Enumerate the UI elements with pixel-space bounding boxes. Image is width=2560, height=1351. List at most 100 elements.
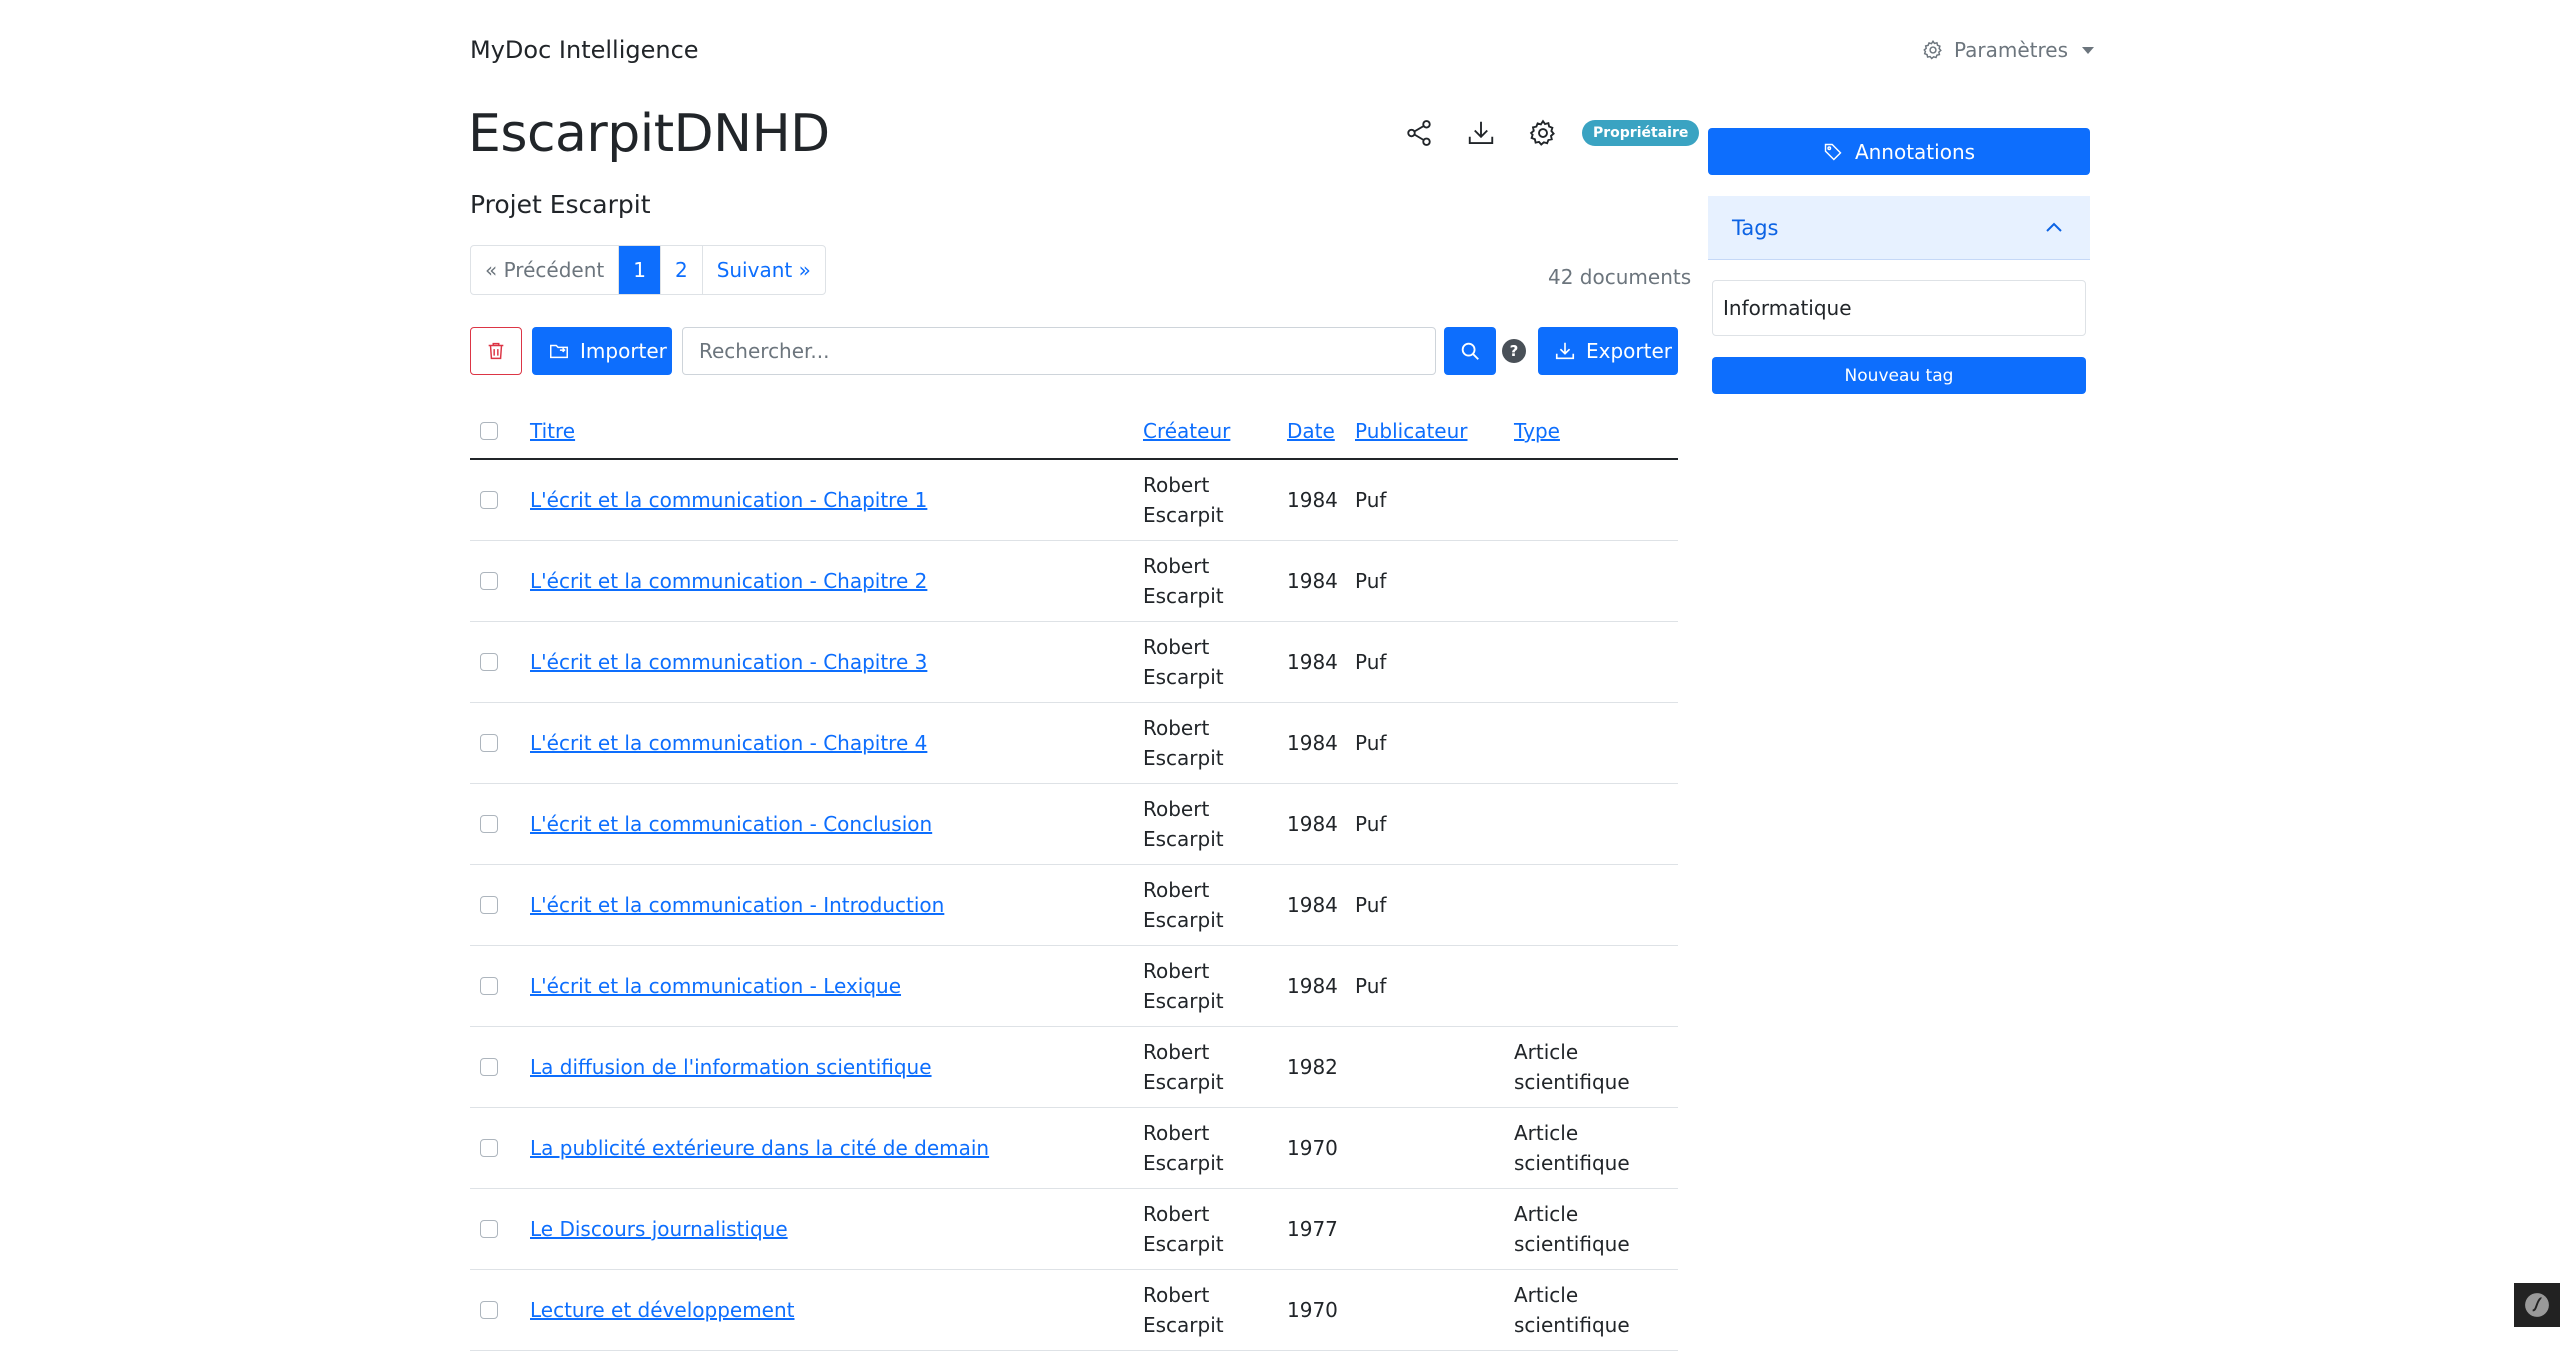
symfony-logo-icon [2524,1292,2550,1318]
type-cell: Article scientifique [1514,1037,1678,1097]
document-title-link[interactable]: L'écrit et la communication - Chapitre 4 [530,731,927,755]
table-row: L'écrit et la communication - Chapitre 3… [470,622,1678,703]
owner-badge: Propriétaire [1582,120,1700,146]
share-icon[interactable] [1404,118,1434,148]
row-checkbox[interactable] [480,815,498,833]
type-cell: Article scientifique [1514,1118,1678,1178]
annotations-label: Annotations [1854,139,1976,164]
type-line: scientifique [1514,1313,1630,1337]
search-icon [1459,340,1481,362]
trash-icon [485,340,507,362]
sort-creator-link[interactable]: Créateur [1143,419,1230,443]
sort-publisher-link[interactable]: Publicateur [1355,419,1468,443]
publisher-cell: Puf [1355,812,1387,836]
import-button[interactable]: Importer [532,327,672,375]
document-title-link[interactable]: La publicité extérieure dans la cité de … [530,1136,989,1160]
row-checkbox[interactable] [480,896,498,914]
date-cell: 1970 [1287,1298,1338,1322]
publisher-cell: Puf [1355,893,1387,917]
row-checkbox[interactable] [480,491,498,509]
brand-name[interactable]: MyDoc Intelligence [470,36,699,64]
document-title-link[interactable]: La diffusion de l'information scientifiq… [530,1055,932,1079]
date-cell: 1982 [1287,1055,1338,1079]
type-line: scientifique [1514,1151,1630,1175]
delete-button[interactable] [470,327,522,375]
document-title-link[interactable]: L'écrit et la communication - Chapitre 1 [530,488,927,512]
document-title-link[interactable]: L'écrit et la communication - Introducti… [530,893,944,917]
document-title-link[interactable]: L'écrit et la communication - Chapitre 3 [530,650,927,674]
sort-title-link[interactable]: Titre [530,419,575,443]
new-tag-button[interactable]: Nouveau tag [1712,357,2086,394]
date-cell: 1984 [1287,893,1338,917]
creator-line: Robert [1143,635,1210,659]
document-title-link[interactable]: L'écrit et la communication - Lexique [530,974,901,998]
type-cell: Article scientifique [1514,1280,1678,1340]
row-checkbox[interactable] [480,977,498,995]
publisher-cell: Puf [1355,974,1387,998]
gear-icon[interactable] [1528,118,1558,148]
publisher-cell: Puf [1355,569,1387,593]
search-button[interactable] [1444,327,1496,375]
row-checkbox[interactable] [480,653,498,671]
search-input[interactable] [682,327,1436,375]
tags-accordion-header[interactable]: Tags [1708,196,2090,260]
table-row: L'écrit et la communication - Lexique Rob… [470,946,1678,1027]
type-cell: Article scientifique [1514,1199,1678,1259]
settings-label: Paramètres [1954,38,2069,62]
creator-line: Robert [1143,554,1210,578]
table-row: La publicité extérieure dans la cité de … [470,1108,1678,1189]
creator-line: Escarpit [1143,1151,1224,1175]
debug-toolbar-toggle[interactable] [2514,1283,2560,1327]
creator-cell: Robert Escarpit [1143,1199,1287,1259]
document-title-link[interactable]: L'écrit et la communication - Chapitre 2 [530,569,927,593]
publisher-cell: Puf [1355,488,1387,512]
document-title-link[interactable]: Lecture et développement [530,1298,795,1322]
row-checkbox[interactable] [480,734,498,752]
creator-line: Robert [1143,1040,1210,1064]
creator-line: Robert [1143,1283,1210,1307]
creator-cell: Robert Escarpit [1143,1037,1287,1097]
help-icon[interactable]: ? [1502,339,1526,363]
sort-date-link[interactable]: Date [1287,419,1335,443]
creator-line: Escarpit [1143,989,1224,1013]
export-button[interactable]: Exporter [1538,327,1678,375]
date-cell: 1984 [1287,812,1338,836]
document-title-link[interactable]: Le Discours journalistique [530,1217,788,1241]
pagination-next[interactable]: Suivant » [703,246,825,294]
row-checkbox[interactable] [480,1220,498,1238]
page-title: EscarpitDNHD [468,104,830,164]
sort-type-link[interactable]: Type [1514,419,1560,443]
download-icon[interactable] [1466,118,1496,148]
document-count: 42 documents [1548,265,1692,289]
creator-cell: Robert Escarpit [1143,794,1287,854]
type-line: Article [1514,1121,1579,1145]
row-checkbox[interactable] [480,1139,498,1157]
tag-item[interactable]: Informatique [1712,280,2086,336]
pagination-page-2[interactable]: 2 [661,246,703,294]
creator-cell: Robert Escarpit [1143,713,1287,773]
creator-line: Robert [1143,878,1210,902]
export-label: Exporter [1586,339,1672,363]
document-title-link[interactable]: L'écrit et la communication - Conclusion [530,812,932,836]
creator-cell: Robert Escarpit [1143,632,1287,692]
creator-cell: Robert Escarpit [1143,470,1287,530]
pagination-page-1[interactable]: 1 [619,246,661,294]
import-label: Importer [580,339,667,363]
row-checkbox[interactable] [480,1058,498,1076]
select-all-checkbox[interactable] [480,422,498,440]
creator-cell: Robert Escarpit [1143,1118,1287,1178]
creator-line: Escarpit [1143,746,1224,770]
pagination: « Précédent 1 2 Suivant » [470,245,826,295]
creator-line: Robert [1143,473,1210,497]
creator-cell: Robert Escarpit [1143,551,1287,611]
documents-table: Titre Créateur Date Publicateur Type L'é… [470,404,1678,1351]
row-checkbox[interactable] [480,1301,498,1319]
type-line: Article [1514,1040,1579,1064]
creator-line: Escarpit [1143,1070,1224,1094]
chevron-down-icon [2082,46,2095,54]
date-cell: 1984 [1287,488,1338,512]
row-checkbox[interactable] [480,572,498,590]
date-cell: 1984 [1287,974,1338,998]
settings-dropdown[interactable]: Paramètres [1922,38,2095,62]
annotations-button[interactable]: Annotations [1708,128,2090,175]
